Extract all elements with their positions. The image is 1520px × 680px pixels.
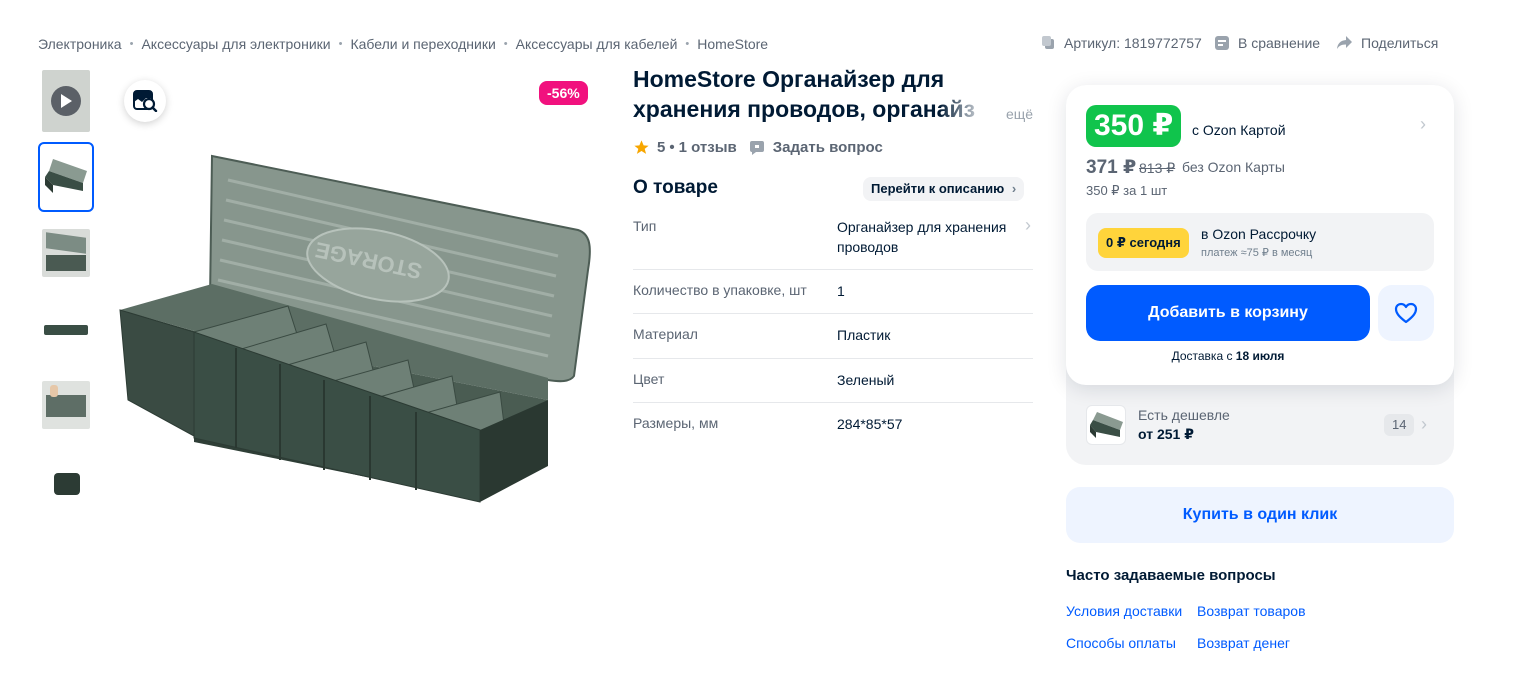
breadcrumb-separator: •: [129, 38, 134, 50]
share-label: Поделиться: [1361, 35, 1439, 51]
spec-value: Пластик: [837, 327, 891, 343]
product-title: HomeStore Органайзер для хранения провод…: [633, 64, 1033, 124]
ask-question-button[interactable]: Задать вопрос: [749, 139, 883, 156]
delivery-info: Доставка с 18 июля: [1086, 349, 1370, 363]
thumbnail-image: [42, 381, 90, 429]
article-label: Артикул: 1819772757: [1064, 35, 1202, 51]
add-to-cart-label: Добавить в корзину: [1148, 304, 1308, 321]
buy-one-click-button[interactable]: Купить в один клик: [1066, 487, 1454, 543]
breadcrumb-item[interactable]: HomeStore: [697, 36, 768, 52]
chevron-right-icon: ›: [1011, 181, 1017, 196]
spec-key: Тип: [633, 218, 657, 234]
image-search-icon: [133, 90, 158, 112]
breadcrumb-item[interactable]: Электроника: [38, 36, 122, 52]
without-card-label: без Ozon Карты: [1182, 159, 1285, 175]
search-by-photo-button[interactable]: [124, 80, 166, 122]
thumbnail-image: [42, 457, 90, 505]
cheaper-title[interactable]: Есть дешевле: [1138, 407, 1230, 423]
spec-row: Материал Пластик: [633, 314, 1033, 359]
breadcrumb-separator: •: [338, 38, 343, 50]
organizer-thumbnail: [1090, 412, 1123, 438]
cheaper-price: от 251 ₽: [1138, 426, 1194, 442]
cheaper-count-badge: 14: [1384, 414, 1415, 436]
buy-one-click-label: Купить в один клик: [1182, 506, 1338, 523]
thumbnail-image: [42, 305, 90, 353]
discount-badge: -56%: [539, 81, 588, 105]
installment-title: в Ozon Рассрочку: [1201, 226, 1317, 242]
star-icon: [634, 140, 649, 154]
organizer-image: STORAGE: [119, 154, 591, 503]
breadcrumb-separator: •: [503, 38, 508, 50]
share-icon: [1337, 36, 1352, 49]
chevron-right-icon: ›: [1025, 215, 1031, 235]
faq-link-payment[interactable]: Способы оплаты: [1066, 635, 1176, 651]
title-more-link[interactable]: ещё: [1006, 106, 1033, 122]
go-to-description-label: Перейти к описанию: [871, 181, 1005, 196]
thumbnail-video[interactable]: [40, 68, 92, 134]
spec-value: 1: [837, 283, 845, 299]
spec-key: Размеры, мм: [633, 415, 719, 431]
spec-key: Материал: [633, 326, 698, 342]
thumbnail-3[interactable]: [40, 296, 92, 362]
faq-title: Часто задаваемые вопросы: [1066, 567, 1276, 584]
title-line: HomeStore Органайзер для: [633, 66, 945, 92]
spec-value[interactable]: Органайзер для хранения проводов: [837, 217, 1013, 257]
breadcrumb-separator: •: [685, 38, 690, 50]
delivery-prefix: Доставка с: [1171, 349, 1236, 363]
installment-subtitle: платеж ≈75 ₽ в месяц: [1201, 247, 1313, 259]
organizer-thumbnail: [45, 159, 87, 193]
thumbnail-5[interactable]: [40, 448, 92, 514]
breadcrumb-item[interactable]: Аксессуары для электроники: [141, 36, 330, 52]
chat-icon: [749, 140, 764, 155]
article-number[interactable]: Артикул: 1819772757: [1040, 35, 1202, 51]
compare-icon: [1215, 36, 1229, 50]
copy-icon: [1042, 36, 1054, 49]
with-card-label: с Ozon Картой: [1192, 122, 1286, 138]
breadcrumb: Электроника • Аксессуары для электроники •…: [38, 36, 768, 52]
share-button[interactable]: Поделиться: [1336, 35, 1438, 51]
chevron-right-icon[interactable]: ›: [1421, 414, 1427, 435]
rating-row: 5 • 1 отзыв Задать вопрос: [633, 139, 883, 156]
spec-key: Цвет: [633, 371, 665, 387]
heart-icon: [1394, 302, 1418, 324]
ask-question-label: Задать вопрос: [772, 139, 883, 156]
spec-value: Зеленый: [837, 372, 895, 388]
spec-value: 284*85*57: [837, 416, 903, 432]
rating-value[interactable]: 5: [657, 139, 665, 156]
go-to-description-button[interactable]: Перейти к описанию ›: [863, 177, 1025, 201]
title-line-faded: хранения проводов, органайз: [633, 96, 976, 122]
breadcrumb-item[interactable]: Кабели и переходники: [350, 36, 495, 52]
cheaper-offer-image[interactable]: [1086, 405, 1126, 445]
delivery-date: 18 июля: [1235, 349, 1285, 363]
chevron-right-icon[interactable]: ›: [1420, 114, 1426, 135]
spec-row: Количество в упаковке, шт 1: [633, 270, 1033, 314]
compare-label: В сравнение: [1238, 35, 1321, 51]
compare-button[interactable]: В сравнение: [1214, 35, 1320, 51]
price-old: 813 ₽: [1139, 160, 1176, 176]
add-to-cart-button[interactable]: Добавить в корзину: [1086, 285, 1370, 341]
faq-link-returns[interactable]: Возврат товаров: [1197, 603, 1306, 619]
faq-link-refund[interactable]: Возврат денег: [1197, 635, 1290, 651]
installment-badge: 0 ₽ сегодня: [1098, 228, 1189, 258]
spec-row: Тип Органайзер для хранения проводов ›: [633, 214, 1033, 270]
thumbnail-image: [42, 70, 90, 132]
thumbnail-1[interactable]: [38, 142, 94, 212]
separator-dot: •: [669, 139, 675, 156]
spec-row: Цвет Зеленый: [633, 359, 1033, 403]
price-with-card[interactable]: 350 ₽: [1086, 105, 1182, 147]
thumbnail-4[interactable]: [40, 372, 92, 438]
thumbnail-2[interactable]: [40, 220, 92, 286]
price-regular: 371 ₽: [1086, 157, 1137, 178]
spec-row: Размеры, мм 284*85*57: [633, 403, 1033, 447]
breadcrumb-item[interactable]: Аксессуары для кабелей: [516, 36, 678, 52]
about-heading: О товаре: [633, 177, 718, 198]
reviews-link[interactable]: 1 отзыв: [679, 139, 737, 156]
favorite-button[interactable]: [1378, 285, 1434, 341]
product-image[interactable]: STORAGE: [108, 70, 598, 520]
price-per-unit: 350 ₽ за 1 шт: [1086, 183, 1168, 198]
thumbnail-image: [42, 229, 90, 277]
faq-link-delivery[interactable]: Условия доставки: [1066, 603, 1182, 619]
play-icon: [51, 86, 81, 116]
spec-key: Количество в упаковке, шт: [633, 282, 807, 298]
